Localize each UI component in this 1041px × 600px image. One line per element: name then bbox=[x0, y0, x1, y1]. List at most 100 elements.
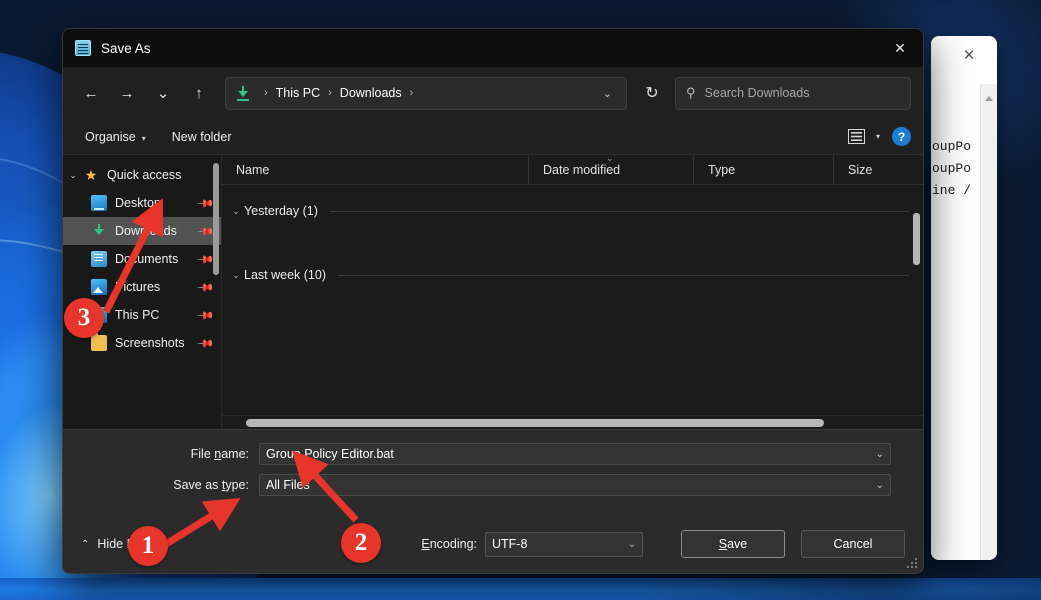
organise-button[interactable]: Organise ▾ bbox=[75, 126, 156, 148]
file-list-hscrollbar-thumb[interactable] bbox=[246, 419, 824, 427]
chevron-down-icon[interactable]: ⌄ bbox=[228, 270, 244, 281]
chevron-down-icon: ⌄ bbox=[628, 539, 636, 550]
column-header-label: Date modified bbox=[543, 163, 620, 177]
encoding-label: Encoding: bbox=[421, 537, 477, 551]
scroll-up-icon[interactable] bbox=[985, 96, 993, 101]
chevron-up-icon: ⌃ bbox=[81, 539, 89, 550]
sidebar-scrollbar-thumb[interactable] bbox=[213, 163, 219, 275]
recent-locations-button[interactable]: ⌄ bbox=[147, 77, 179, 109]
star-icon: ★ bbox=[83, 167, 99, 183]
file-name-label: File name: bbox=[63, 447, 259, 461]
sidebar-scrollbar[interactable] bbox=[213, 163, 219, 413]
dialog-titlebar[interactable]: Save As ✕ bbox=[63, 29, 923, 67]
save-as-type-value: All Files bbox=[266, 478, 870, 492]
group-header-last-week[interactable]: ⌄ Last week (10) bbox=[222, 263, 923, 287]
column-header-name[interactable]: Name bbox=[222, 155, 528, 185]
sidebar-item-pictures[interactable]: Pictures 📌 bbox=[63, 273, 221, 301]
column-header-label: Name bbox=[236, 163, 269, 177]
sidebar-item-label: Screenshots bbox=[115, 336, 195, 350]
background-window-titlebar: ✕ bbox=[931, 36, 997, 84]
forward-button[interactable]: → bbox=[111, 77, 143, 109]
column-header-date-modified[interactable]: ⌄ Date modified bbox=[528, 155, 693, 185]
annotation-badge-2: 2 bbox=[341, 523, 381, 563]
search-icon: ⚲ bbox=[686, 85, 696, 101]
breadcrumb-downloads[interactable]: Downloads bbox=[338, 86, 404, 100]
search-placeholder: Search Downloads bbox=[705, 86, 810, 100]
help-button[interactable]: ? bbox=[892, 127, 911, 146]
list-view-icon[interactable] bbox=[846, 128, 868, 146]
file-name-field[interactable]: Group Policy Editor.bat ⌄ bbox=[259, 443, 891, 465]
sidebar-item-quick-access[interactable]: ⌄ ★ Quick access bbox=[63, 161, 221, 189]
save-as-type-label: Save as type: bbox=[63, 478, 259, 492]
breadcrumb-separator: › bbox=[258, 87, 274, 99]
pictures-icon bbox=[91, 279, 107, 295]
cancel-button[interactable]: Cancel bbox=[801, 530, 905, 558]
close-icon[interactable]: ✕ bbox=[961, 48, 977, 64]
taskbar[interactable] bbox=[0, 578, 1041, 600]
column-header-label: Type bbox=[708, 163, 735, 177]
file-name-row: File name: Group Policy Editor.bat ⌄ bbox=[63, 442, 923, 466]
downloads-icon bbox=[91, 223, 107, 239]
file-list-area[interactable]: ⌄ Yesterday (1) ⌄ Last week (10) bbox=[222, 185, 923, 415]
chevron-down-icon: ▾ bbox=[142, 134, 146, 143]
save-button[interactable]: Save bbox=[681, 530, 785, 558]
chevron-down-icon[interactable]: ▾ bbox=[876, 132, 880, 141]
command-bar: Organise ▾ New folder ▾ ? bbox=[63, 119, 923, 155]
organise-label: Organise bbox=[85, 130, 136, 144]
sidebar-item-label: Downloads bbox=[115, 224, 195, 238]
group-divider bbox=[338, 275, 909, 276]
dialog-title: Save As bbox=[101, 41, 151, 56]
new-folder-button[interactable]: New folder bbox=[162, 126, 242, 148]
annotation-badge-1: 1 bbox=[128, 526, 168, 566]
background-notepad-window[interactable]: ✕ oupPo oupPo ine / bbox=[931, 36, 997, 560]
refresh-icon[interactable]: ↻ bbox=[637, 77, 667, 110]
chevron-down-icon[interactable]: ⌄ bbox=[870, 449, 884, 460]
search-input[interactable]: ⚲ Search Downloads bbox=[675, 77, 911, 110]
downloads-icon bbox=[236, 86, 250, 100]
encoding-select[interactable]: UTF-8 ⌄ bbox=[485, 532, 643, 557]
breadcrumb-separator: › bbox=[322, 87, 338, 99]
annotation-badge-3: 3 bbox=[64, 298, 104, 338]
group-header-yesterday[interactable]: ⌄ Yesterday (1) bbox=[222, 199, 923, 223]
back-button[interactable]: ← bbox=[75, 77, 107, 109]
sidebar-item-label: Pictures bbox=[115, 280, 195, 294]
file-list-pane: Name ⌄ Date modified Type Size ⌄ Yesterd… bbox=[222, 155, 923, 429]
column-header-type[interactable]: Type bbox=[693, 155, 833, 185]
sidebar-item-downloads[interactable]: Downloads 📌 bbox=[63, 217, 221, 245]
navigation-sidebar: ⌄ ★ Quick access Desktop 📌 Downloads 📌 D… bbox=[63, 155, 222, 429]
resize-grip[interactable] bbox=[907, 558, 919, 570]
breadcrumb-this-pc[interactable]: This PC bbox=[274, 86, 322, 100]
file-list-scrollbar-thumb[interactable] bbox=[913, 213, 920, 265]
breadcrumb-separator: › bbox=[404, 87, 420, 99]
background-window-scrollbar[interactable] bbox=[980, 84, 997, 560]
sidebar-item-label: Quick access bbox=[107, 168, 213, 182]
up-button[interactable]: ↑ bbox=[183, 77, 215, 109]
file-list-vertical-scrollbar[interactable] bbox=[913, 189, 920, 415]
group-divider bbox=[330, 211, 909, 212]
save-as-type-row: Save as type: All Files ⌄ bbox=[63, 473, 923, 497]
sidebar-item-label: This PC bbox=[115, 308, 195, 322]
sidebar-item-desktop[interactable]: Desktop 📌 bbox=[63, 189, 221, 217]
column-header-size[interactable]: Size bbox=[833, 155, 923, 185]
column-header-label: Size bbox=[848, 163, 872, 177]
close-icon[interactable]: ✕ bbox=[877, 29, 923, 67]
save-as-type-field[interactable]: All Files ⌄ bbox=[259, 474, 891, 496]
address-bar[interactable]: › This PC › Downloads › ⌄ bbox=[225, 77, 627, 110]
file-list-horizontal-scrollbar[interactable] bbox=[222, 415, 923, 429]
column-headers: Name ⌄ Date modified Type Size bbox=[222, 155, 923, 185]
chevron-down-icon[interactable]: ⌄ bbox=[595, 87, 620, 100]
group-header-label: Last week (10) bbox=[244, 268, 326, 282]
desktop-icon bbox=[91, 195, 107, 211]
encoding-value: UTF-8 bbox=[492, 537, 628, 551]
navigation-bar: ← → ⌄ ↑ › This PC › Downloads › ⌄ ↻ ⚲ Se… bbox=[63, 67, 923, 119]
chevron-down-icon[interactable]: ⌄ bbox=[870, 480, 884, 491]
save-form-area: File name: Group Policy Editor.bat ⌄ Sav… bbox=[63, 429, 923, 574]
file-name-value: Group Policy Editor.bat bbox=[266, 447, 870, 461]
sidebar-item-label: Desktop bbox=[115, 196, 195, 210]
sidebar-item-documents[interactable]: Documents 📌 bbox=[63, 245, 221, 273]
chevron-down-icon[interactable]: ⌄ bbox=[63, 170, 83, 181]
dialog-footer: ⌃ Hide Folders Encoding: UTF-8 ⌄ Save Ca… bbox=[63, 530, 923, 558]
chevron-down-icon[interactable]: ⌄ bbox=[228, 206, 244, 217]
dialog-body: ⌄ ★ Quick access Desktop 📌 Downloads 📌 D… bbox=[63, 155, 923, 429]
documents-icon bbox=[91, 251, 107, 267]
